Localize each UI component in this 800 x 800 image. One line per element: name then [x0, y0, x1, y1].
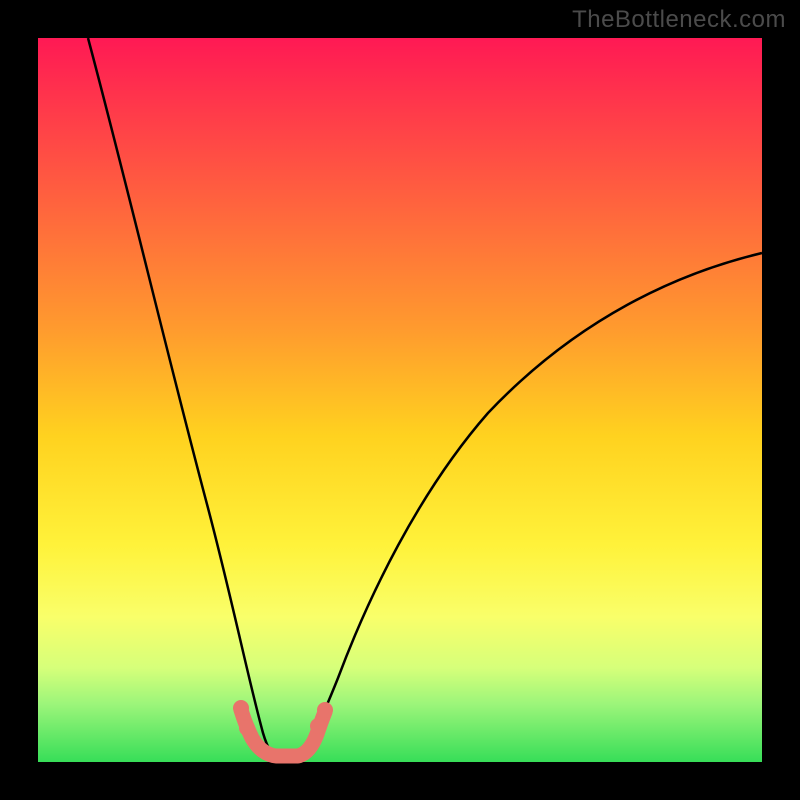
curve-right	[296, 253, 762, 760]
curve-layer	[38, 38, 762, 762]
band-dot	[317, 702, 333, 718]
watermark-text: TheBottleneck.com	[572, 6, 786, 34]
band-dot	[239, 720, 255, 736]
frame: TheBottleneck.com	[0, 0, 800, 800]
bottleneck-plot	[38, 38, 762, 762]
band-dot	[233, 700, 249, 716]
curve-left	[88, 38, 278, 760]
salmon-band	[241, 710, 325, 756]
band-dot	[310, 718, 326, 734]
